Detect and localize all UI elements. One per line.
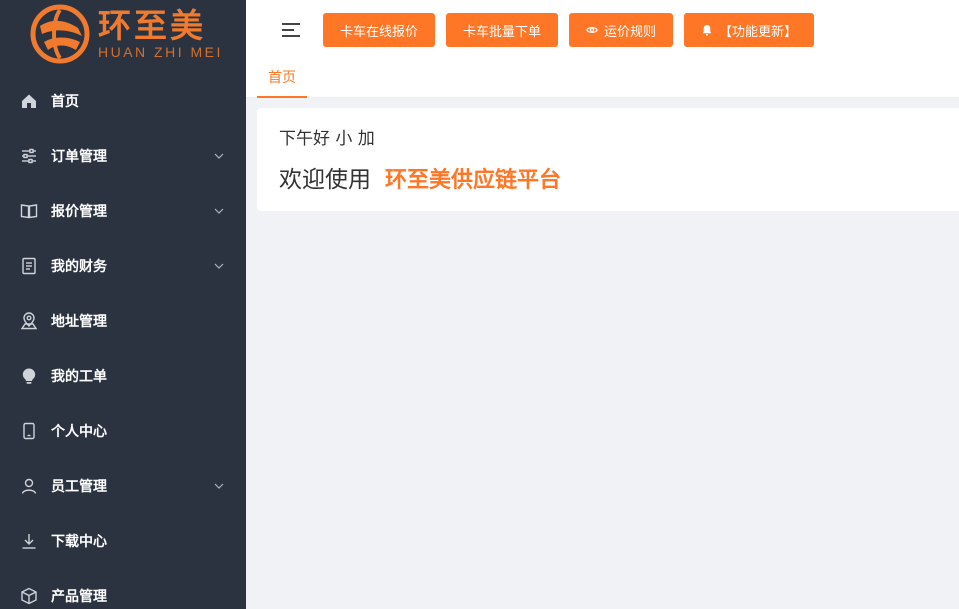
bell-icon xyxy=(701,24,713,36)
sidebar-item-label: 产品管理 xyxy=(51,588,107,605)
menu-toggle-icon[interactable] xyxy=(282,23,300,37)
logo-text-en: HUAN ZHI MEI xyxy=(98,44,223,60)
logo-text-cn: 环至美 xyxy=(98,6,206,45)
feature-update-button[interactable]: 【功能更新】 xyxy=(684,13,815,47)
sidebar-item-label: 我的财务 xyxy=(51,258,107,275)
sidebar-item-orders[interactable]: 订单管理 xyxy=(0,128,246,183)
download-icon xyxy=(20,532,38,550)
box-icon xyxy=(20,587,38,605)
sidebar-menu: 首页 订单管理 报价管理 我的财务 地址管理 我的工单 个人中心 员工管理 下载… xyxy=(0,73,246,609)
sidebar-item-label: 地址管理 xyxy=(51,313,107,330)
sliders-icon xyxy=(20,147,38,165)
sidebar-item-profile[interactable]: 个人中心 xyxy=(0,403,246,458)
sidebar-item-finance[interactable]: 我的财务 xyxy=(0,238,246,293)
sidebar: 环至美 HUAN ZHI MEI 首页 订单管理 报价管理 我的财务 地址管理 … xyxy=(0,0,246,609)
book-icon xyxy=(20,202,38,220)
top-bar: 卡车在线报价 卡车批量下单 运价规则 【功能更新】 xyxy=(246,0,959,60)
welcome-line: 欢迎使用 环至美供应链平台 xyxy=(279,160,959,194)
app-root: 环至美 HUAN ZHI MEI 首页 订单管理 报价管理 我的财务 地址管理 … xyxy=(0,0,959,609)
map-pin-icon xyxy=(20,311,38,330)
sidebar-item-label: 报价管理 xyxy=(51,203,107,220)
sidebar-item-label: 首页 xyxy=(51,93,79,110)
home-icon xyxy=(20,92,38,110)
chevron-down-icon xyxy=(214,206,224,216)
welcome-prefix: 欢迎使用 xyxy=(279,167,371,193)
chevron-down-icon xyxy=(214,151,224,161)
sidebar-item-staff[interactable]: 员工管理 xyxy=(0,458,246,513)
tab-home[interactable]: 首页 xyxy=(257,60,307,98)
sidebar-item-label: 下载中心 xyxy=(51,533,107,550)
phone-icon xyxy=(20,422,38,440)
truck-batch-order-button[interactable]: 卡车批量下单 xyxy=(446,13,559,47)
sidebar-item-products[interactable]: 产品管理 xyxy=(0,568,246,609)
greeting-text: 下午好 小 加 xyxy=(279,129,375,149)
sidebar-item-quotes[interactable]: 报价管理 xyxy=(0,183,246,238)
tab-bar: 首页 xyxy=(246,60,959,98)
sidebar-item-label: 员工管理 xyxy=(51,478,107,495)
chevron-down-icon xyxy=(214,261,224,271)
user-icon xyxy=(20,477,38,495)
welcome-card: 下午好 小 加 欢迎使用 环至美供应链平台 xyxy=(257,108,959,211)
platform-name: 环至美供应链平台 xyxy=(385,168,562,193)
sidebar-item-label: 订单管理 xyxy=(51,148,107,165)
freight-rules-button[interactable]: 运价规则 xyxy=(569,13,674,47)
sidebar-item-home[interactable]: 首页 xyxy=(0,73,246,128)
sidebar-item-address[interactable]: 地址管理 xyxy=(0,293,246,348)
bulb-icon xyxy=(20,367,38,385)
sidebar-item-tickets[interactable]: 我的工单 xyxy=(0,348,246,403)
document-icon xyxy=(20,257,38,275)
eye-icon xyxy=(586,24,598,36)
truck-online-quote-button[interactable]: 卡车在线报价 xyxy=(323,13,436,47)
sidebar-item-label: 个人中心 xyxy=(51,423,107,440)
sidebar-item-downloads[interactable]: 下载中心 xyxy=(0,513,246,568)
chevron-down-icon xyxy=(214,481,224,491)
logo[interactable]: 环至美 HUAN ZHI MEI xyxy=(0,0,246,68)
logo-globe-icon xyxy=(30,4,90,64)
sidebar-item-label: 我的工单 xyxy=(51,368,107,385)
